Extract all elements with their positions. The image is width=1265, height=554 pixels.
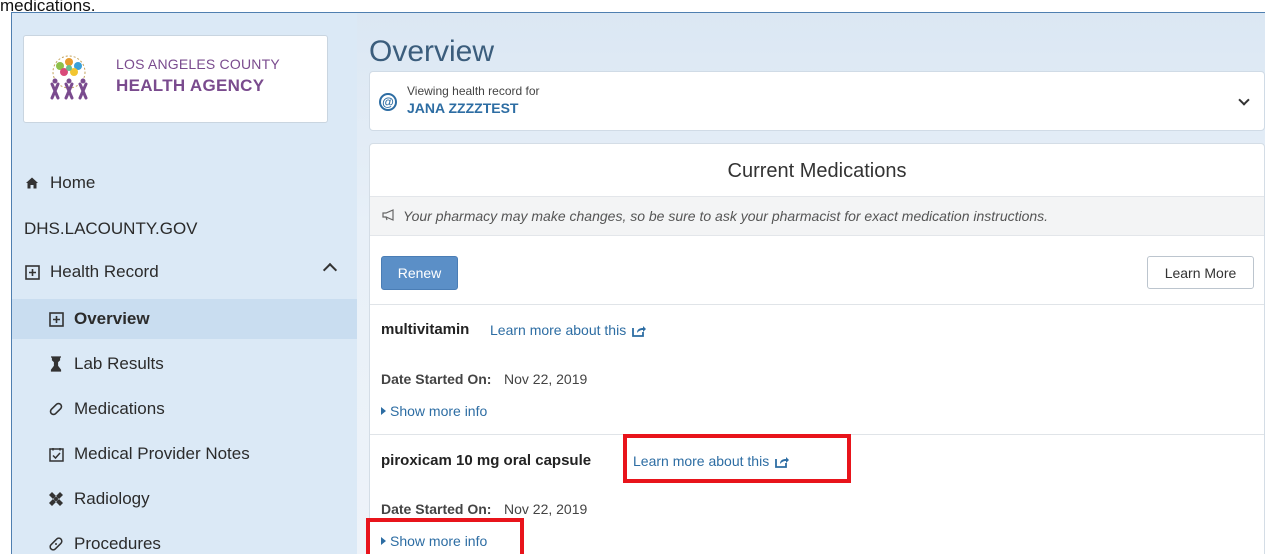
highlight-box [623,434,851,483]
chevron-up-icon [322,262,338,278]
sidebar: LOS ANGELES COUNTY HEALTH AGENCY Home DH… [12,13,357,554]
card-title: Current Medications [727,160,907,182]
chevron-down-icon[interactable] [1238,94,1250,106]
patient-name: JANA ZZZZTEST [407,100,519,116]
sidebar-item-label: Radiology [74,489,150,508]
home-icon [24,175,40,191]
sidebar-item-label: Overview [74,309,150,328]
medication-name: multivitamin [381,321,470,338]
sidebar-item-label: Medications [74,399,165,418]
at-sign-icon: @ [379,93,397,111]
patient-selector[interactable]: @ Viewing health record for JANA ZZZZTES… [369,71,1265,131]
logo-line-2: HEALTH AGENCY [116,76,265,95]
notes-icon [48,446,64,462]
pharmacy-notice: Your pharmacy may make changes, so be su… [370,196,1264,236]
divider [370,304,1264,305]
sidebar-item-lab-results[interactable]: Lab Results [12,344,357,384]
sidebar-item-provider-notes[interactable]: Medical Provider Notes [12,434,357,474]
notice-text: Your pharmacy may make changes, so be su… [403,208,1049,224]
pill-icon [48,401,64,417]
sidebar-item-procedures[interactable]: Procedures [12,524,357,554]
external-link-icon [632,325,647,337]
sidebar-item-medications[interactable]: Medications [12,389,357,429]
health-record-icon [24,264,40,280]
sidebar-item-home[interactable]: Home [12,163,357,203]
date-started-value: Nov 22, 2019 [504,501,588,517]
show-more-info-link[interactable]: Show more info [381,403,487,419]
highlight-box [366,518,524,554]
date-started-value: Nov 22, 2019 [504,371,588,387]
logo-line-1: LOS ANGELES COUNTY [116,56,280,72]
current-medications-card: Current Medications Your pharmacy may ma… [369,143,1265,554]
sidebar-item-radiology[interactable]: Radiology [12,479,357,519]
sidebar-item-label: Health Record [50,262,159,281]
sidebar-item-health-record[interactable]: Health Record [12,252,357,292]
renew-button[interactable]: Renew [381,256,458,290]
radiology-icon [48,491,64,507]
learn-more-button[interactable]: Learn More [1147,256,1254,289]
logo-emblem-icon [50,55,88,100]
agency-logo[interactable]: LOS ANGELES COUNTY HEALTH AGENCY [23,35,328,123]
sidebar-item-label: Home [50,173,96,192]
health-record-icon [48,311,64,327]
sidebar-item-label: Procedures [74,534,161,553]
page-title: Overview [369,35,495,68]
medication-name: piroxicam 10 mg oral capsule [381,452,592,469]
caret-right-icon [381,407,386,415]
sidebar-item-dhs-link[interactable]: DHS.LACOUNTY.GOV [12,209,357,249]
date-started-label: Date Started On: [381,501,492,517]
sidebar-item-overview[interactable]: Overview [12,299,357,339]
link-label: Show more info [390,403,488,419]
learn-more-about-link[interactable]: Learn more about this [490,322,647,338]
sidebar-item-label: Lab Results [74,354,164,373]
date-started-label: Date Started On: [381,371,492,387]
flask-icon [48,356,64,372]
sidebar-item-label: Medical Provider Notes [74,444,250,463]
sidebar-item-label: DHS.LACOUNTY.GOV [24,219,198,238]
megaphone-icon [382,208,395,224]
link-label: Learn more about this [490,322,627,338]
bandage-icon [48,536,64,552]
viewing-label: Viewing health record for [407,84,540,98]
